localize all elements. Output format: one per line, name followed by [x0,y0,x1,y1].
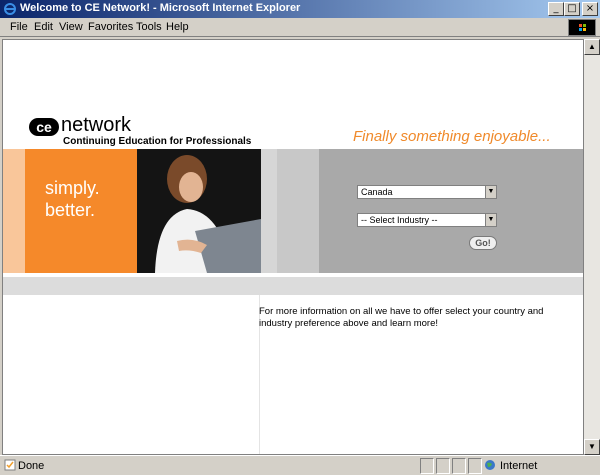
status-pane [436,458,450,474]
scroll-down-icon[interactable]: ▼ [584,439,600,455]
hero-lower-band [3,277,583,295]
hero-text-simply: simply. [45,178,100,198]
hero-photo [137,149,261,273]
logo-word: network [61,114,132,136]
logo-tagline: Continuing Education for Professionals [63,136,252,147]
status-pane [452,458,466,474]
ie-icon [4,3,16,15]
maximize-button[interactable]: □ [564,2,580,16]
menu-tools[interactable]: Tools [136,21,162,33]
industry-select[interactable]: -- Select Industry -- ▼ [357,213,497,227]
status-bar: Done Internet [0,455,600,475]
title-bar: Welcome to CE Network! - Microsoft Inter… [0,0,600,18]
logo-mark: ce [29,118,59,136]
status-pane [468,458,482,474]
menu-view[interactable]: View [59,21,83,33]
menu-help[interactable]: Help [166,21,189,33]
hero-text-better: better. [45,200,96,220]
go-button[interactable]: Go! [469,236,497,250]
internet-globe-icon [485,460,495,470]
status-text: Done [18,460,45,472]
menu-favorites[interactable]: Favorites [88,21,133,33]
country-select[interactable]: Canada ▼ [357,185,497,199]
status-pane [420,458,434,474]
close-button[interactable]: × [582,2,598,16]
security-zone: Internet [500,460,538,472]
browser-viewport: ce network Continuing Education for Prof… [2,39,584,455]
info-text: For more information on all we have to o… [259,306,544,329]
page-done-icon [4,459,16,471]
slogan: Finally something enjoyable... [353,128,551,145]
menu-edit[interactable]: Edit [34,21,53,33]
dropdown-arrow-icon: ▼ [485,214,496,226]
windows-logo-icon [568,19,596,36]
hero-accent-strip [3,149,25,273]
menu-bar: File Edit View Favorites Tools Help [0,18,600,37]
dropdown-arrow-icon: ▼ [485,186,496,198]
menu-file[interactable]: File [10,21,28,33]
hero-divider-mid [277,149,319,273]
minimize-button[interactable]: _ [548,2,564,16]
scroll-up-icon[interactable]: ▲ [584,39,600,55]
window-title: Welcome to CE Network! - Microsoft Inter… [20,2,301,14]
vertical-scrollbar[interactable]: ▲ ▼ [584,39,600,455]
